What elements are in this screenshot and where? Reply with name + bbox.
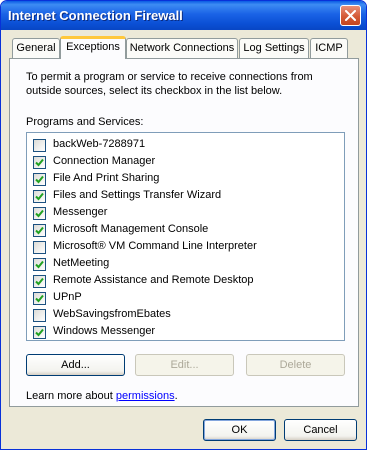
learn-more-prefix: Learn more about [26, 390, 116, 402]
checkbox[interactable] [33, 207, 46, 220]
ok-button[interactable]: OK [203, 419, 276, 441]
programs-services-label: Programs and Services: [26, 116, 144, 128]
list-item-label: Microsoft® VM Command Line Interpreter [53, 240, 257, 252]
checkbox[interactable] [33, 309, 46, 322]
window-title: Internet Connection Firewall [8, 8, 183, 23]
checkbox[interactable] [33, 326, 46, 339]
checkbox[interactable] [33, 241, 46, 254]
checkmark-icon [35, 175, 44, 184]
title-bar[interactable]: Internet Connection Firewall [1, 1, 366, 30]
cancel-button[interactable]: Cancel [284, 419, 357, 441]
checkbox[interactable] [33, 173, 46, 186]
exceptions-panel: To permit a program or service to receiv… [9, 58, 359, 407]
checkbox[interactable] [33, 292, 46, 305]
tab-network-connections[interactable]: Network Connections [126, 38, 238, 58]
list-item-label: NetMeeting [53, 257, 110, 269]
list-item-label: Connection Manager [53, 155, 156, 167]
close-icon [345, 10, 356, 21]
checkmark-icon [35, 192, 44, 201]
tab-general[interactable]: General [12, 38, 60, 58]
add-button[interactable]: Add... [26, 354, 125, 376]
checkbox[interactable] [33, 139, 46, 152]
list-item-label: Windows Messenger [53, 325, 156, 337]
list-item-label: Messenger [53, 206, 108, 218]
list-item-label: WebSavingsfromEbates [53, 308, 171, 320]
checkmark-icon [35, 277, 44, 286]
checkmark-icon [35, 209, 44, 218]
firewall-dialog: Internet Connection Firewall General Exc… [0, 0, 367, 450]
delete-button[interactable]: Delete [246, 354, 345, 376]
learn-more-text: Learn more about permissions. [26, 390, 178, 402]
checkmark-icon [35, 226, 44, 235]
checkmark-icon [35, 158, 44, 167]
edit-button[interactable]: Edit... [135, 354, 234, 376]
list-item-label: backWeb-7288971 [53, 138, 146, 150]
list-item-label: Remote Assistance and Remote Desktop [53, 274, 254, 286]
list-item-label: UPnP [53, 291, 82, 303]
programs-services-list[interactable]: backWeb-7288971 Connection Manager File An… [26, 132, 345, 341]
learn-more-suffix: . [174, 390, 178, 402]
checkbox[interactable] [33, 275, 46, 288]
tab-icmp[interactable]: ICMP [310, 38, 348, 58]
exceptions-description: To permit a program or service to receiv… [26, 71, 313, 97]
checkbox[interactable] [33, 190, 46, 203]
checkbox[interactable] [33, 224, 46, 237]
list-item-label: Files and Settings Transfer Wizard [53, 189, 222, 201]
checkmark-icon [35, 328, 44, 337]
checkbox[interactable] [33, 156, 46, 169]
tab-log-settings[interactable]: Log Settings [239, 38, 309, 58]
dialog-footer: OK Cancel [1, 407, 366, 449]
checkmark-icon [35, 260, 44, 269]
list-item-label: Microsoft Management Console [53, 223, 209, 235]
checkmark-icon [35, 294, 44, 303]
checkbox[interactable] [33, 258, 46, 271]
tab-exceptions[interactable]: Exceptions [60, 36, 126, 59]
close-button[interactable] [340, 5, 361, 26]
list-item-label: File And Print Sharing [53, 172, 160, 184]
permissions-link[interactable]: permissions [116, 390, 175, 402]
